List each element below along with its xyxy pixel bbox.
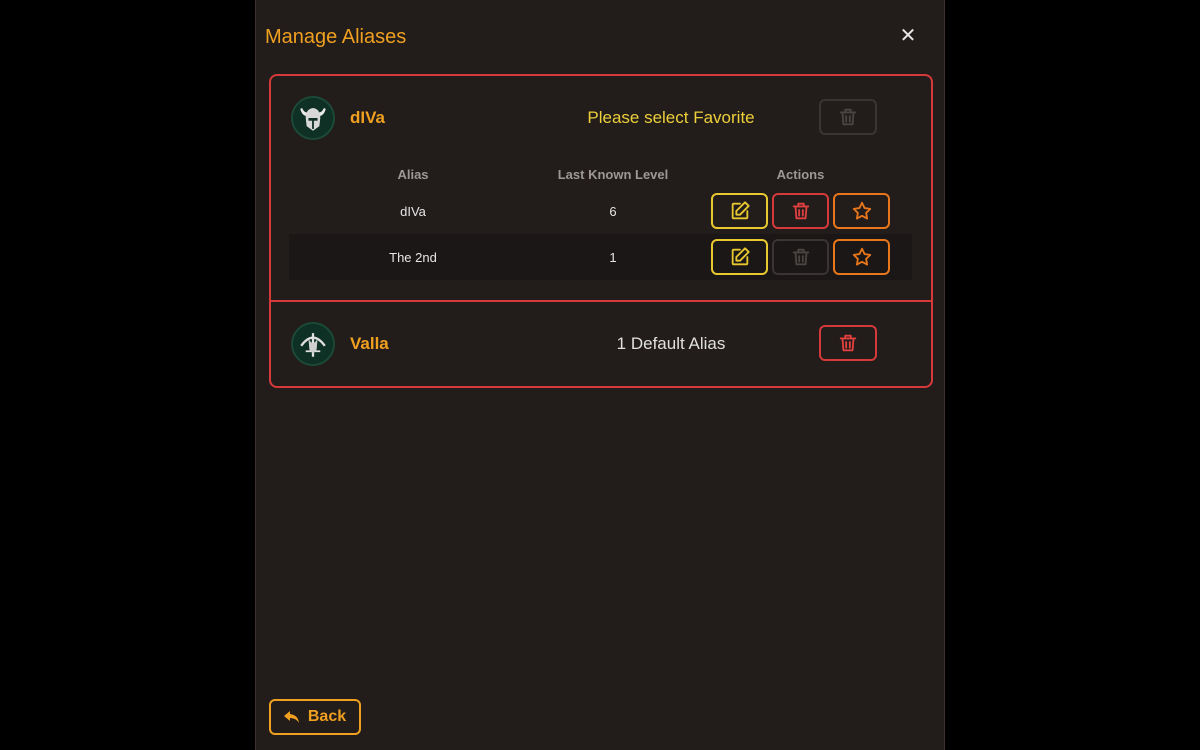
hero-card: Valla 1 Default Alias [271, 300, 931, 386]
viking-helmet-icon [291, 96, 335, 140]
level-cell: 6 [609, 203, 617, 219]
edit-alias-button[interactable] [711, 193, 768, 229]
table-row: dIVa 6 [289, 188, 912, 234]
delete-alias-button[interactable] [772, 193, 829, 229]
reply-arrow-icon [283, 711, 299, 723]
hero-name: dIVa [350, 108, 385, 127]
trash-icon [839, 334, 857, 352]
dialog-title: Manage Aliases [265, 26, 407, 48]
column-header-level: Last Known Level [557, 166, 669, 182]
hero-delete-button[interactable] [819, 325, 877, 361]
hero-list: dIVa Please select Favorite Alias Last K… [269, 74, 933, 388]
manage-aliases-dialog: Manage Aliases ✕ dIVa Please select Favo… [255, 0, 945, 750]
star-icon [852, 201, 871, 220]
crossbow-hunter-icon [291, 322, 335, 366]
alias-table-header: Alias Last Known Level Actions [289, 160, 912, 188]
table-row: The 2nd 1 [289, 234, 912, 280]
trash-icon [792, 202, 809, 220]
edit-icon [731, 201, 750, 220]
hero-status: Please select Favorite [587, 108, 755, 127]
alias-actions [689, 193, 912, 229]
trash-icon [839, 108, 857, 126]
favorite-alias-button[interactable] [833, 239, 890, 275]
hero-header[interactable]: dIVa Please select Favorite [271, 76, 931, 160]
star-icon [852, 247, 871, 266]
alias-cell: dIVa [400, 203, 426, 219]
alias-table: Alias Last Known Level Actions dIVa 6 Th… [271, 160, 931, 300]
alias-actions [689, 239, 912, 275]
delete-alias-button[interactable] [772, 239, 829, 275]
close-button[interactable]: ✕ [896, 24, 920, 48]
favorite-alias-button[interactable] [833, 193, 890, 229]
edit-icon [731, 247, 750, 266]
hero-name: Valla [350, 334, 389, 353]
hero-delete-button[interactable] [819, 99, 877, 135]
alias-cell: The 2nd [389, 249, 437, 265]
hero-header[interactable]: Valla 1 Default Alias [271, 302, 931, 386]
trash-icon [792, 248, 809, 266]
hero-card: dIVa Please select Favorite Alias Last K… [271, 76, 931, 300]
level-cell: 1 [609, 249, 617, 265]
edit-alias-button[interactable] [711, 239, 768, 275]
column-header-alias: Alias [397, 166, 429, 182]
back-button-label: Back [307, 708, 347, 725]
hero-status: 1 Default Alias [616, 334, 726, 353]
back-button[interactable]: Back [269, 699, 361, 735]
column-header-actions: Actions [776, 166, 825, 182]
